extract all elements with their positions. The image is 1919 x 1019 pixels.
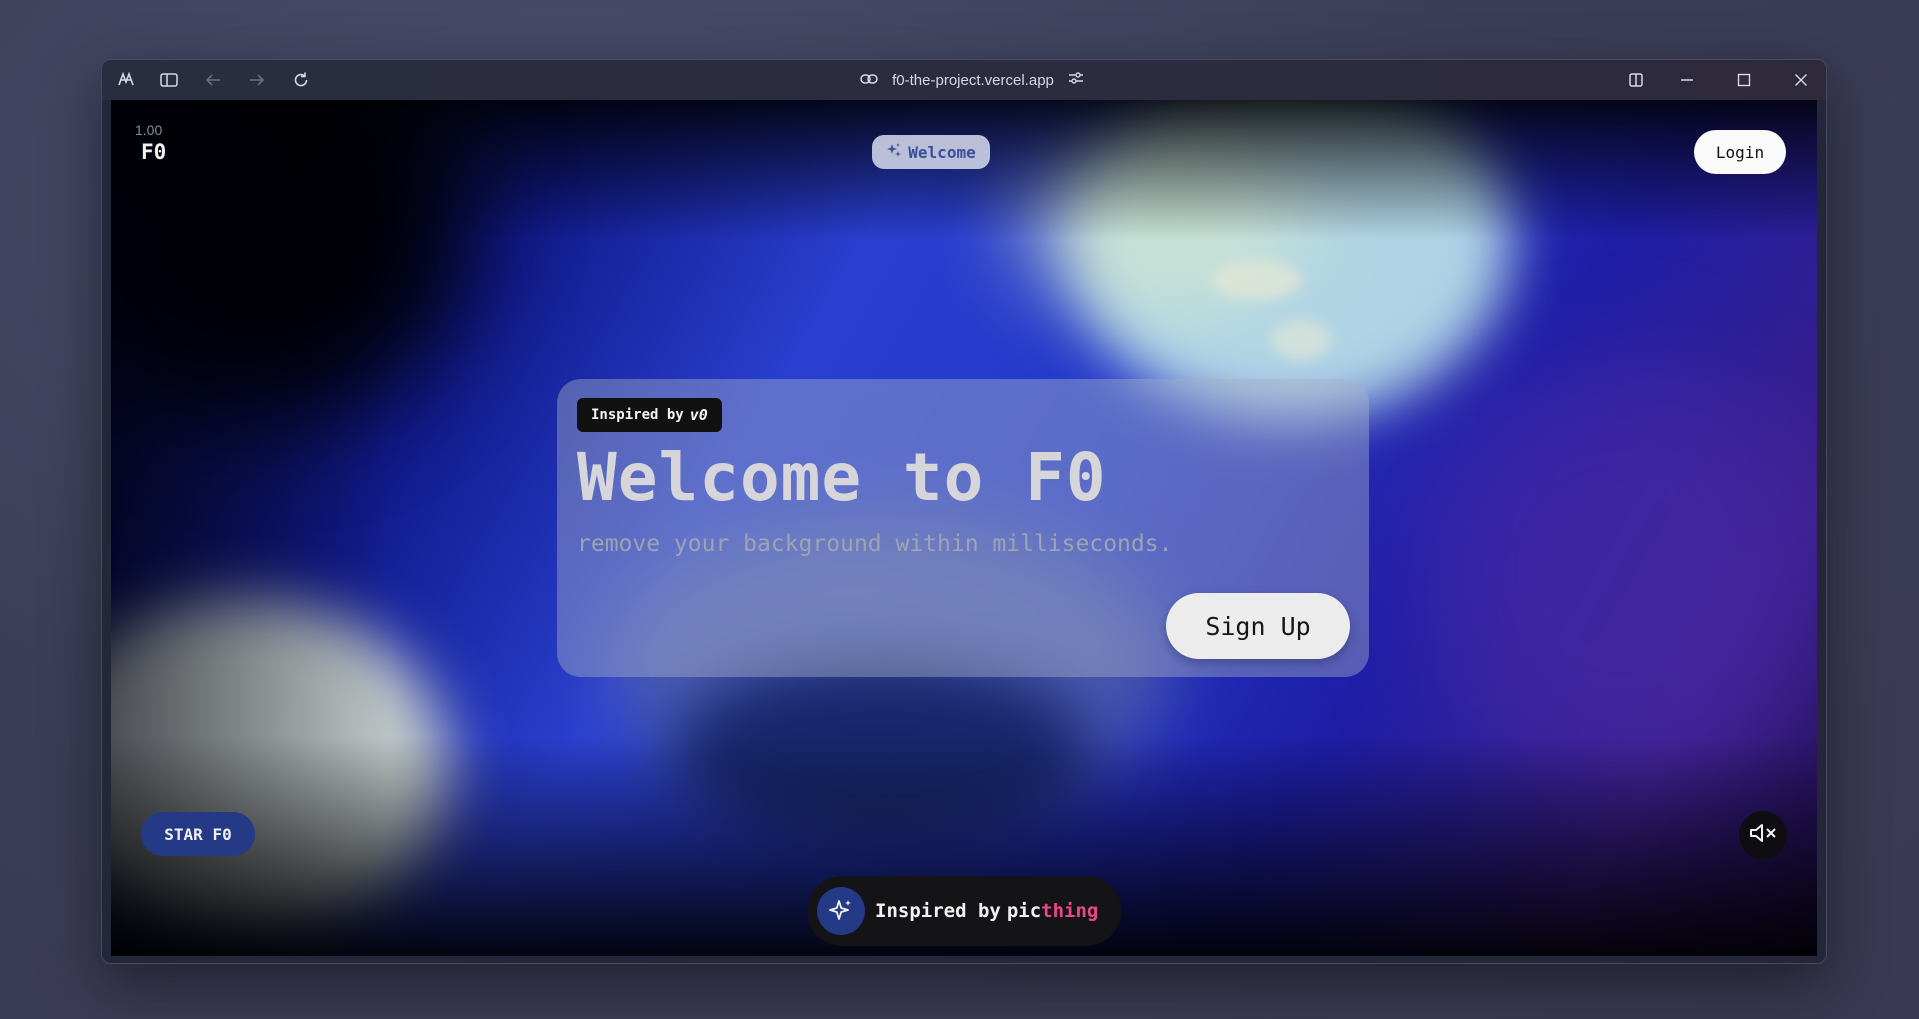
minimize-icon[interactable] xyxy=(1675,68,1699,92)
url-text: f0-the-project.vercel.app xyxy=(892,71,1054,89)
sparkles-icon xyxy=(886,142,902,162)
address-bar[interactable]: f0-the-project.vercel.app xyxy=(842,68,1102,92)
forward-arrow-icon[interactable] xyxy=(245,68,269,92)
inspired-by-v0-tag[interactable]: Inspired by v0 xyxy=(577,398,722,432)
browser-window: f0-the-project.vercel.app 1.00 F0 Welcom… xyxy=(101,59,1827,964)
inspired-by-picthing-badge[interactable]: Inspired by picthing xyxy=(807,876,1121,946)
sparkle-icon xyxy=(817,887,865,935)
reload-icon[interactable] xyxy=(289,68,313,92)
split-view-icon[interactable] xyxy=(1624,68,1648,92)
browser-titlebar: f0-the-project.vercel.app xyxy=(102,60,1826,100)
back-arrow-icon[interactable] xyxy=(201,68,225,92)
site-settings-icon[interactable] xyxy=(1068,71,1084,89)
page-viewport: 1.00 F0 Welcome Login Inspired by v0 Wel… xyxy=(111,100,1817,956)
site-logo[interactable]: F0 xyxy=(141,140,166,164)
hero-subtitle: remove your background within millisecon… xyxy=(577,531,1173,557)
sign-up-button[interactable]: Sign Up xyxy=(1166,593,1350,659)
v0-logo: v0 xyxy=(689,406,708,424)
picthing-brand: picthing xyxy=(1007,900,1099,922)
maximize-icon[interactable] xyxy=(1732,68,1756,92)
browser-logo-icon[interactable] xyxy=(114,68,138,92)
welcome-pill-label: Welcome xyxy=(908,142,976,162)
star-f0-button[interactable]: STAR F0 xyxy=(141,812,255,856)
login-button[interactable]: Login xyxy=(1694,130,1786,174)
sidebar-toggle-icon[interactable] xyxy=(157,68,181,92)
mute-button[interactable] xyxy=(1739,811,1787,859)
close-icon[interactable] xyxy=(1789,68,1813,92)
hero-card: Inspired by v0 Welcome to F0 remove your… xyxy=(557,379,1369,677)
inspired-prefix: Inspired by xyxy=(591,407,684,423)
logo-version: 1.00 xyxy=(135,122,163,138)
speaker-muted-icon xyxy=(1748,821,1778,849)
hero-title: Welcome to F0 xyxy=(577,439,1107,516)
bottom-pill-prefix: Inspired by xyxy=(875,900,1001,922)
picthing-brand-accent: thing xyxy=(1041,900,1099,922)
welcome-pill[interactable]: Welcome xyxy=(872,135,990,169)
link-icon xyxy=(860,72,878,89)
picthing-brand-main: pic xyxy=(1006,900,1042,922)
